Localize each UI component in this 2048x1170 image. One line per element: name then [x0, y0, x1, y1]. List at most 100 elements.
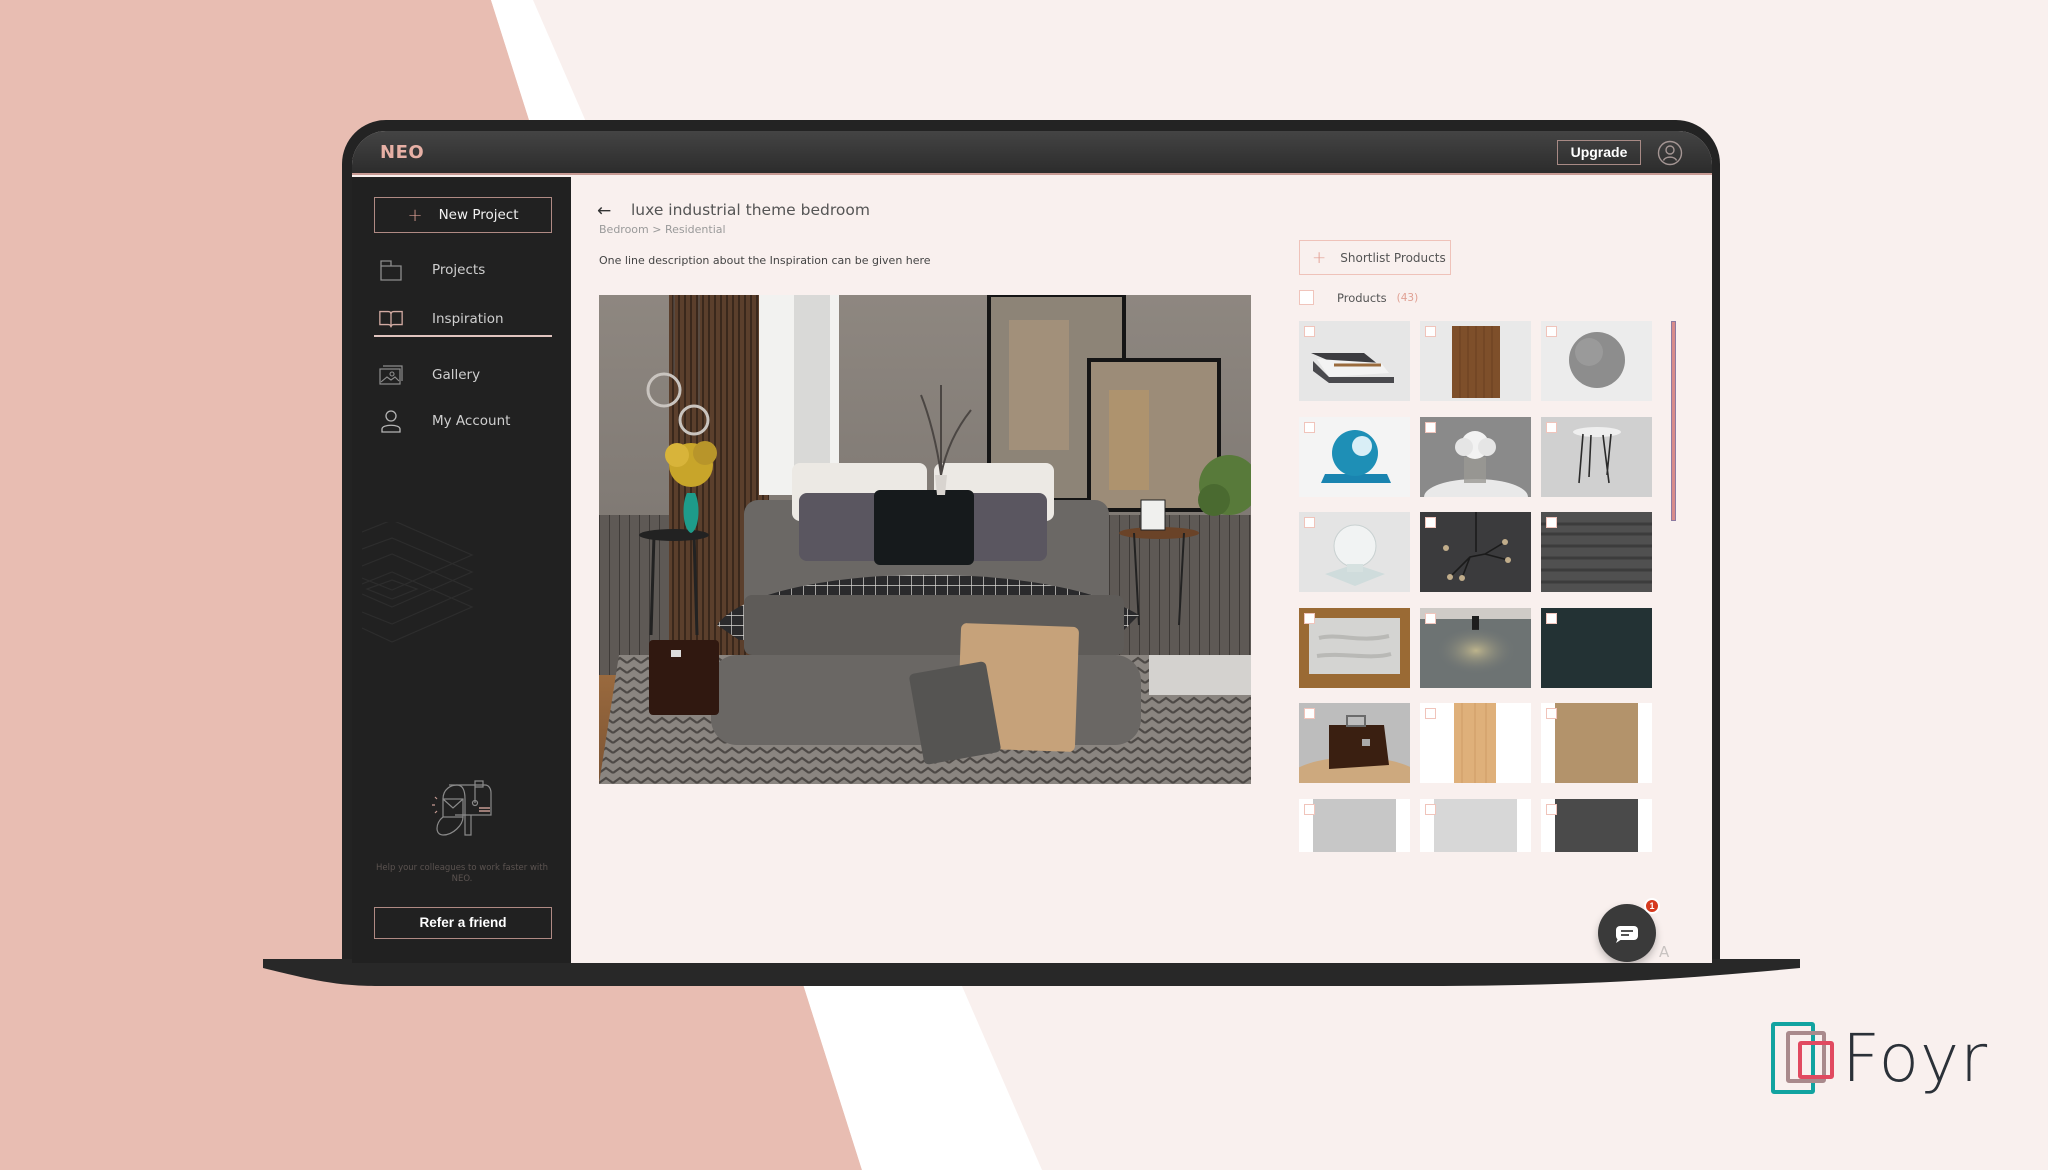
new-project-button[interactable]: + New Project	[374, 197, 552, 233]
product-checkbox[interactable]	[1425, 422, 1436, 433]
product-checkbox[interactable]	[1546, 613, 1557, 624]
user-circle-icon[interactable]	[1657, 140, 1683, 166]
layers-decoration	[362, 522, 474, 643]
product-thumbnail	[1420, 703, 1531, 783]
product-thumbnail	[1541, 703, 1652, 783]
product-checkbox[interactable]	[1546, 708, 1557, 719]
product-tile[interactable]	[1420, 608, 1531, 688]
product-tile[interactable]	[1541, 799, 1652, 852]
sidebar-item-projects[interactable]: Projects	[374, 253, 552, 287]
sidebar: + New Project Projects Inspiration Galle…	[352, 177, 571, 963]
app-screen: NEO Upgrade + New Project Projects Inspi…	[352, 131, 1712, 963]
corner-text: A	[1659, 943, 1670, 961]
sidebar-item-label: My Account	[432, 413, 511, 429]
product-scrollbar[interactable]	[1671, 321, 1676, 521]
product-thumbnail	[1541, 417, 1652, 497]
sidebar-item-inspiration[interactable]: Inspiration	[374, 303, 552, 337]
upgrade-button[interactable]: Upgrade	[1557, 140, 1641, 165]
product-checkbox[interactable]	[1304, 613, 1315, 624]
inspiration-image[interactable]	[599, 295, 1251, 784]
sidebar-item-label: Inspiration	[432, 311, 504, 327]
app-logo: NEO	[380, 142, 425, 163]
plus-icon: +	[1312, 247, 1327, 268]
main-content: ← luxe industrial theme bedroom Bedroom …	[571, 177, 1712, 963]
refer-friend-button[interactable]: Refer a friend	[374, 907, 552, 939]
product-checkbox[interactable]	[1425, 708, 1436, 719]
product-tile[interactable]	[1420, 512, 1531, 592]
new-project-label: New Project	[438, 207, 519, 223]
product-tile[interactable]	[1420, 321, 1531, 401]
notification-badge: 1	[1644, 898, 1660, 914]
product-tile[interactable]	[1420, 799, 1531, 852]
inspiration-description: One line description about the Inspirati…	[599, 254, 931, 267]
product-checkbox[interactable]	[1546, 804, 1557, 815]
product-thumbnail	[1299, 799, 1410, 852]
product-tile[interactable]	[1541, 703, 1652, 783]
product-thumbnail	[1299, 512, 1410, 592]
product-checkbox[interactable]	[1546, 422, 1557, 433]
product-checkbox[interactable]	[1546, 517, 1557, 528]
product-tile[interactable]	[1541, 608, 1652, 688]
product-checkbox[interactable]	[1425, 517, 1436, 528]
product-thumbnail	[1420, 608, 1531, 688]
product-thumbnail	[1299, 608, 1410, 688]
product-thumbnail	[1299, 703, 1410, 783]
product-checkbox[interactable]	[1546, 326, 1557, 337]
gallery-icon	[379, 365, 403, 385]
shortlist-label: Shortlist Products	[1340, 250, 1446, 265]
mailbox-icon	[432, 780, 492, 836]
refer-description: Help your colleagues to work faster with…	[375, 863, 548, 884]
book-icon	[379, 310, 403, 328]
laptop-base	[263, 959, 1800, 986]
folder-icon	[380, 260, 402, 281]
product-grid	[1299, 321, 1661, 852]
product-tile[interactable]	[1541, 321, 1652, 401]
breadcrumb: Bedroom > Residential	[599, 223, 726, 236]
user-icon	[381, 410, 401, 433]
chat-button[interactable]: 1	[1598, 898, 1660, 962]
product-tile[interactable]	[1420, 703, 1531, 783]
foyr-logo: Foyr	[1770, 1020, 1988, 1097]
sidebar-item-label: Gallery	[432, 367, 481, 383]
product-tile[interactable]	[1541, 417, 1652, 497]
product-thumbnail	[1420, 799, 1531, 852]
product-checkbox[interactable]	[1425, 613, 1436, 624]
foyr-wordmark: Foyr	[1842, 1020, 1989, 1097]
product-tile[interactable]	[1541, 512, 1652, 592]
product-tile[interactable]	[1299, 799, 1410, 852]
sidebar-item-my-account[interactable]: My Account	[374, 404, 552, 438]
product-checkbox[interactable]	[1304, 517, 1315, 528]
product-tile[interactable]	[1299, 608, 1410, 688]
product-thumbnail	[1541, 512, 1652, 592]
top-bar: NEO Upgrade	[352, 131, 1712, 175]
products-header: Products (43)	[1299, 290, 1418, 305]
foyr-logo-icon	[1771, 1021, 1834, 1094]
product-tile[interactable]	[1299, 417, 1410, 497]
product-checkbox[interactable]	[1425, 326, 1436, 337]
product-checkbox[interactable]	[1304, 708, 1315, 719]
product-thumbnail	[1420, 321, 1531, 401]
back-arrow-icon[interactable]: ←	[597, 201, 611, 221]
product-checkbox[interactable]	[1425, 804, 1436, 815]
page-title: luxe industrial theme bedroom	[631, 201, 870, 219]
select-all-checkbox[interactable]	[1299, 290, 1314, 305]
shortlist-products-button[interactable]: + Shortlist Products	[1299, 240, 1451, 275]
product-thumbnail	[1541, 608, 1652, 688]
product-tile[interactable]	[1299, 321, 1410, 401]
product-tile[interactable]	[1299, 512, 1410, 592]
sidebar-item-gallery[interactable]: Gallery	[374, 358, 552, 392]
product-checkbox[interactable]	[1304, 422, 1315, 433]
product-tile[interactable]	[1420, 417, 1531, 497]
scrollbar-thumb[interactable]	[1671, 321, 1676, 521]
products-label: Products	[1337, 290, 1387, 305]
product-thumbnail	[1541, 799, 1652, 852]
product-thumbnail	[1541, 321, 1652, 401]
product-thumbnail	[1299, 321, 1410, 401]
product-thumbnail	[1420, 417, 1531, 497]
plus-icon: +	[407, 204, 423, 226]
product-tile[interactable]	[1299, 703, 1410, 783]
product-checkbox[interactable]	[1304, 326, 1315, 337]
product-checkbox[interactable]	[1304, 804, 1315, 815]
products-count: (43)	[1396, 291, 1419, 304]
product-thumbnail	[1299, 417, 1410, 497]
